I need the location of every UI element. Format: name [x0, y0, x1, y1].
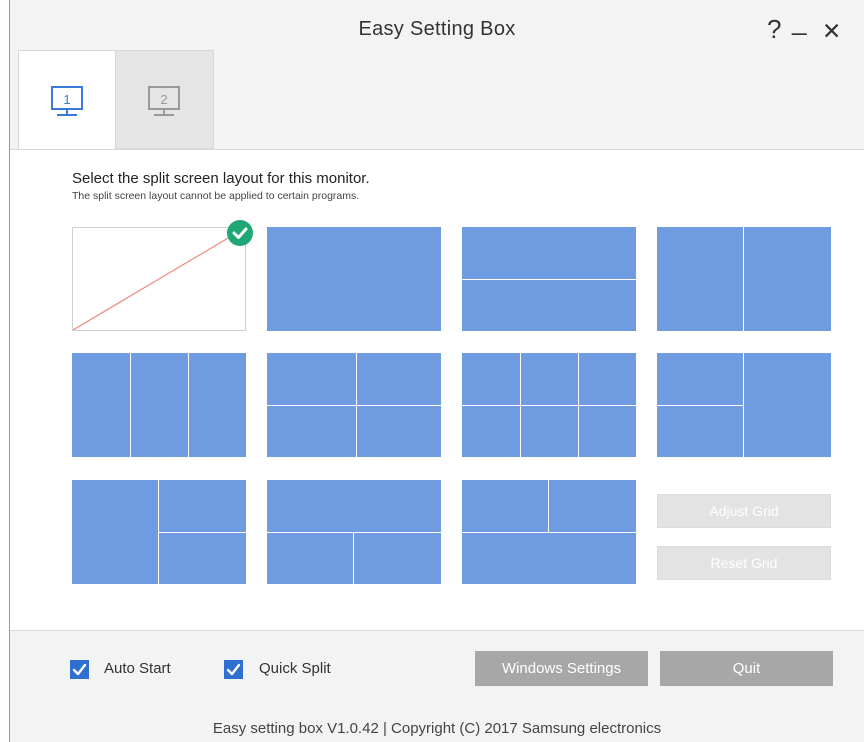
- divider: [743, 353, 744, 457]
- monitor-tab-2[interactable]: 2: [116, 50, 214, 149]
- auto-start-label: Auto Start: [104, 660, 171, 677]
- checkmark-icon: [226, 663, 241, 676]
- layout-left-large-right-stack[interactable]: [72, 480, 246, 584]
- monitor-tab-2-number: 2: [160, 92, 167, 107]
- divider: [158, 532, 246, 533]
- reset-grid-button[interactable]: Reset Grid: [657, 546, 831, 580]
- minimize-button[interactable]: _: [792, 6, 806, 36]
- checkmark-icon: [72, 663, 87, 676]
- divider: [462, 532, 636, 533]
- layout-left-stack-right-large[interactable]: [657, 353, 831, 457]
- layout-no-split[interactable]: [72, 220, 253, 331]
- divider: [267, 405, 441, 406]
- options-bar: Auto Start Quick Split Windows Settings …: [10, 630, 864, 708]
- divider: [267, 532, 441, 533]
- auto-start-checkbox[interactable]: [70, 660, 89, 679]
- app-window: Easy Setting Box ? _ ✕ 1 2 Select the sp…: [9, 0, 864, 742]
- monitor-icon: 2: [148, 86, 180, 116]
- monitor-icon: 1: [51, 86, 83, 116]
- divider: [353, 532, 354, 584]
- layout-top-two-bottom-large[interactable]: [462, 480, 636, 584]
- layout-top-large-bottom-two[interactable]: [267, 480, 441, 584]
- divider: [462, 279, 636, 280]
- close-button[interactable]: ✕: [822, 16, 841, 46]
- layout-two-columns[interactable]: [657, 227, 831, 331]
- quick-split-label: Quick Split: [259, 660, 331, 677]
- panel-subheading: The split screen layout cannot be applie…: [72, 190, 360, 202]
- layout-three-columns[interactable]: [72, 353, 246, 457]
- monitor-tab-1[interactable]: 1: [18, 50, 116, 150]
- quick-split-checkbox[interactable]: [224, 660, 243, 679]
- layout-single-full[interactable]: [267, 227, 441, 331]
- quit-button[interactable]: Quit: [660, 651, 833, 686]
- divider: [188, 353, 189, 457]
- title-bar: Easy Setting Box ? _ ✕: [10, 0, 864, 50]
- layout-four-quad[interactable]: [267, 353, 441, 457]
- panel-heading: Select the split screen layout for this …: [72, 170, 370, 187]
- divider: [548, 480, 549, 532]
- layout-two-rows[interactable]: [462, 227, 636, 331]
- divider: [743, 227, 744, 331]
- divider: [462, 405, 636, 406]
- divider: [130, 353, 131, 457]
- footer-copyright: Easy setting box V1.0.42 | Copyright (C)…: [212, 720, 662, 737]
- no-split-line: [73, 228, 245, 330]
- selected-check-icon: [227, 220, 253, 246]
- adjust-grid-button[interactable]: Adjust Grid: [657, 494, 831, 528]
- divider: [657, 405, 743, 406]
- help-button[interactable]: ?: [767, 14, 781, 44]
- window-title: Easy Setting Box: [358, 18, 516, 40]
- layout-six-grid[interactable]: [462, 353, 636, 457]
- monitor-tab-1-number: 1: [63, 92, 70, 107]
- windows-settings-button[interactable]: Windows Settings: [475, 651, 648, 686]
- layout-panel: Select the split screen layout for this …: [10, 149, 864, 631]
